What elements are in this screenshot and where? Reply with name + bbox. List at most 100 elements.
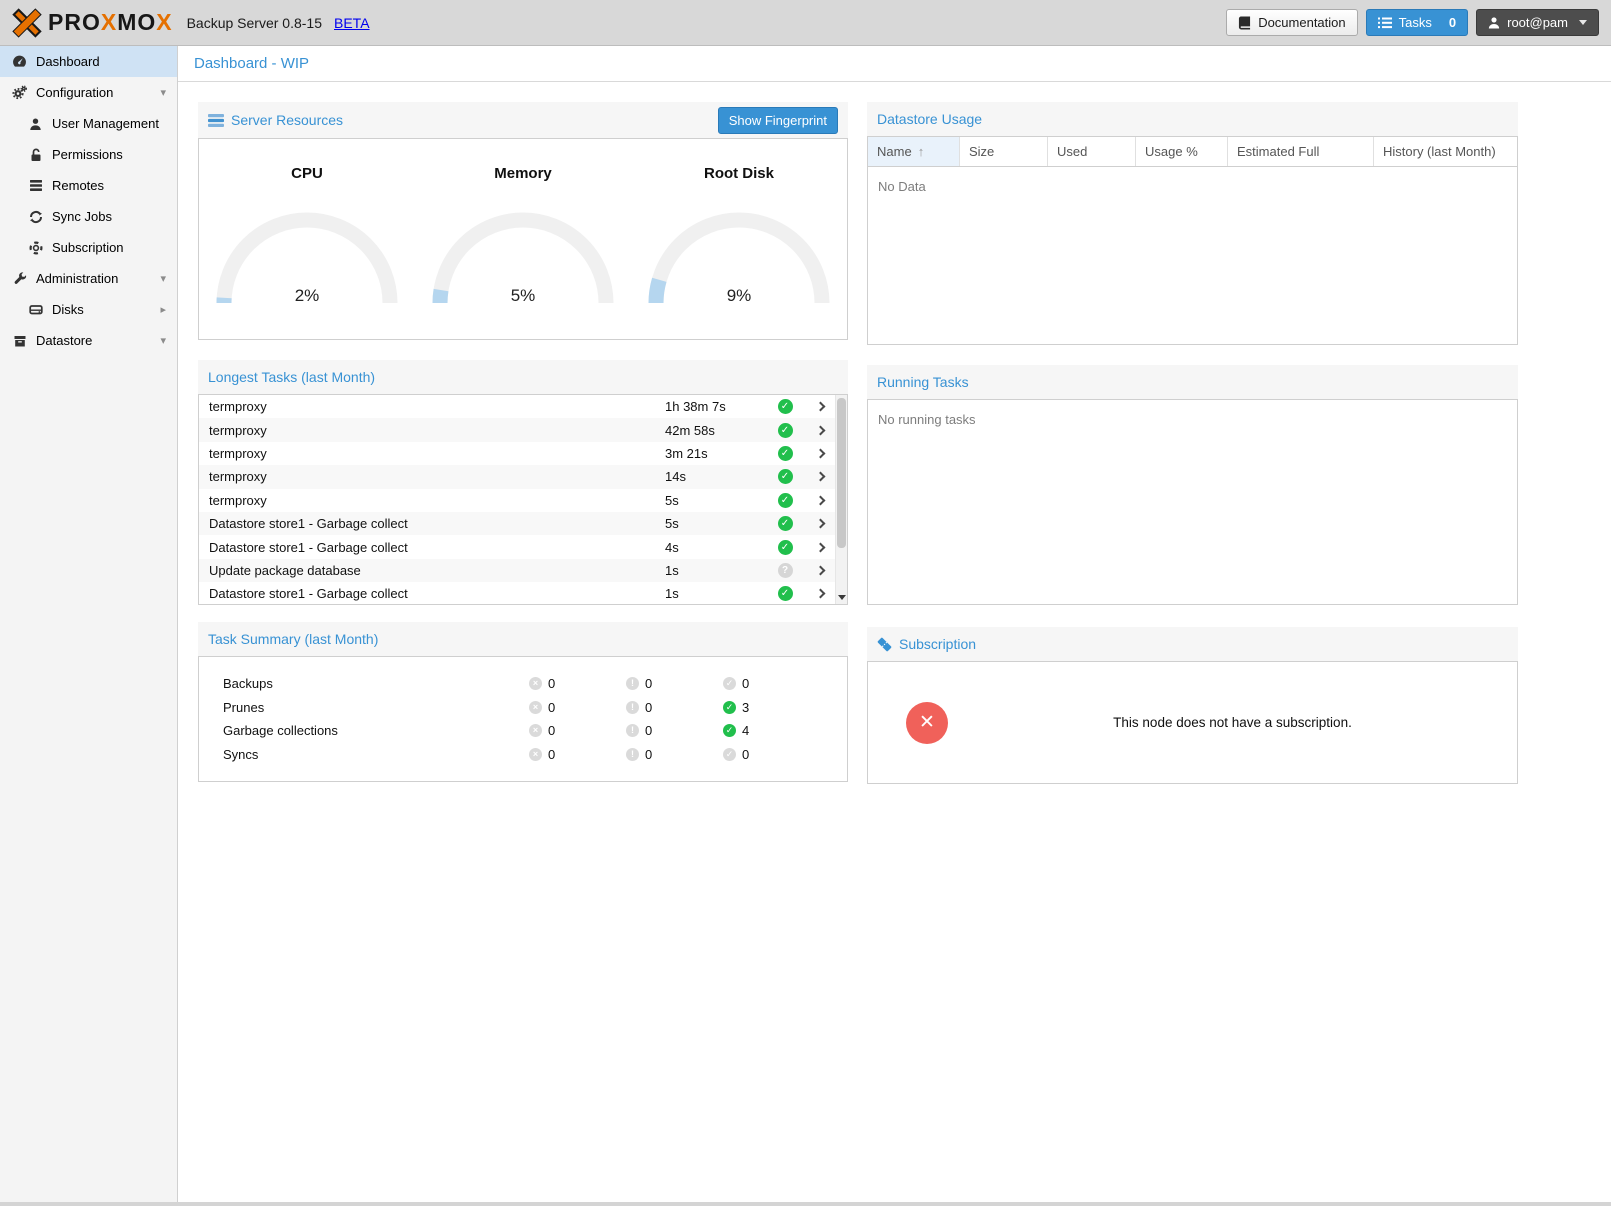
sidebar-item-dashboard[interactable]: Dashboard bbox=[0, 46, 177, 77]
column-header-name[interactable]: Name↑ bbox=[868, 137, 960, 166]
server-resources-header: Server Resources Show Fingerprint bbox=[198, 102, 848, 138]
column-header-used[interactable]: Used bbox=[1048, 137, 1136, 166]
cpu-gauge: CPU 2% bbox=[207, 165, 407, 339]
sort-asc-icon: ↑ bbox=[918, 144, 925, 159]
task-row[interactable]: Datastore store1 - Garbage collect 1s ✓ bbox=[199, 582, 847, 605]
status-ok-icon: ✓ bbox=[778, 493, 793, 508]
running-tasks-header: Running Tasks bbox=[867, 365, 1518, 399]
top-header: PROXMOX Backup Server 0.8-15 BETA Docume… bbox=[0, 0, 1611, 46]
chevron-right-icon[interactable] bbox=[815, 565, 825, 575]
memory-gauge: Memory 5% bbox=[423, 165, 623, 339]
app-window: PROXMOX Backup Server 0.8-15 BETA Docume… bbox=[0, 0, 1611, 1206]
sidebar-item-user-management[interactable]: User Management bbox=[0, 108, 177, 139]
sidebar-item-administration[interactable]: Administration ▾ bbox=[0, 263, 177, 294]
chevron-right-icon[interactable] bbox=[815, 589, 825, 599]
vertical-scrollbar[interactable] bbox=[835, 395, 847, 604]
chevron-right-icon[interactable] bbox=[815, 402, 825, 412]
tasks-button[interactable]: Tasks 0 bbox=[1366, 9, 1468, 36]
sidebar-item-sync-jobs[interactable]: Sync Jobs bbox=[0, 201, 177, 232]
datastore-usage-panel: Datastore Usage Name↑ Size Used Usage % … bbox=[867, 102, 1518, 345]
scrollbar-down-arrow-icon[interactable] bbox=[838, 595, 846, 600]
task-list-icon bbox=[1378, 17, 1392, 29]
server-bars-icon bbox=[208, 114, 224, 127]
scrollbar-thumb[interactable] bbox=[837, 398, 846, 548]
error-cross-icon: ✕ bbox=[906, 702, 948, 744]
longest-tasks-list: termproxy 1h 38m 7s ✓ termproxy 42m 58s … bbox=[198, 394, 848, 605]
task-row[interactable]: termproxy 42m 58s ✓ bbox=[199, 418, 847, 441]
chevron-right-icon[interactable] bbox=[815, 472, 825, 482]
proxmox-wordmark: PROXMOX bbox=[48, 9, 173, 36]
hdd-icon bbox=[28, 302, 43, 317]
sidebar-item-remotes[interactable]: Remotes bbox=[0, 170, 177, 201]
chevron-down-icon: ▾ bbox=[160, 334, 166, 347]
subscription-message: This node does not have a subscription. bbox=[948, 715, 1517, 730]
server-resources-body: CPU 2% Memory bbox=[198, 138, 848, 340]
column-header-usage[interactable]: Usage % bbox=[1136, 137, 1228, 166]
task-row[interactable]: termproxy 3m 21s ✓ bbox=[199, 442, 847, 465]
beta-link[interactable]: BETA bbox=[334, 15, 370, 31]
task-row[interactable]: termproxy 14s ✓ bbox=[199, 465, 847, 488]
table-header-row: Name↑ Size Used Usage % Estimated Full H… bbox=[868, 137, 1517, 167]
proxmox-brand: PROXMOX Backup Server 0.8-15 BETA bbox=[12, 8, 370, 38]
chevron-right-icon[interactable] bbox=[815, 449, 825, 459]
proxmox-logo-icon bbox=[12, 8, 42, 38]
sidebar-item-disks[interactable]: Disks ▸ bbox=[0, 294, 177, 325]
task-summary-header: Task Summary (last Month) bbox=[198, 622, 848, 656]
ok-circle-icon: ✓ bbox=[723, 724, 736, 737]
chevron-down-icon: ▾ bbox=[160, 86, 166, 99]
ok-circle-icon: ✓ bbox=[723, 701, 736, 714]
sidebar-item-configuration[interactable]: Configuration ▾ bbox=[0, 77, 177, 108]
task-summary-row: Garbage collections ×0 !0 ✓4 bbox=[199, 719, 847, 743]
task-row[interactable]: Datastore store1 - Garbage collect 5s ✓ bbox=[199, 512, 847, 535]
server-list-icon bbox=[28, 178, 43, 193]
longest-tasks-panel: Longest Tasks (last Month) termproxy 1h … bbox=[198, 360, 848, 605]
cpu-gauge-value: 2% bbox=[212, 286, 402, 306]
running-tasks-body: No running tasks bbox=[867, 399, 1518, 605]
sidebar-item-datastore[interactable]: Datastore ▾ bbox=[0, 325, 177, 356]
task-summary-body: Backups ×0 !0 ✓0 Prunes ×0 !0 ✓3 bbox=[198, 656, 848, 782]
sidebar-item-subscription[interactable]: Subscription bbox=[0, 232, 177, 263]
life-ring-icon bbox=[28, 240, 43, 255]
ok-circle-icon: ✓ bbox=[723, 748, 736, 761]
archive-icon bbox=[12, 333, 27, 348]
task-row[interactable]: termproxy 1h 38m 7s ✓ bbox=[199, 395, 847, 418]
show-fingerprint-button[interactable]: Show Fingerprint bbox=[718, 107, 838, 134]
sidebar-item-permissions[interactable]: Permissions bbox=[0, 139, 177, 170]
tachometer-icon bbox=[12, 54, 27, 69]
chevron-right-icon: ▸ bbox=[160, 303, 166, 316]
warning-circle-icon: ! bbox=[626, 748, 639, 761]
chevron-right-icon[interactable] bbox=[815, 519, 825, 529]
subscription-panel: Subscription ✕ This node does not have a… bbox=[867, 627, 1518, 784]
main-content: Dashboard - WIP Server Resources Show Fi… bbox=[178, 46, 1611, 1206]
status-ok-icon: ✓ bbox=[778, 469, 793, 484]
task-row[interactable]: termproxy 5s ✓ bbox=[199, 489, 847, 512]
task-row[interactable]: Update package database 1s ? bbox=[199, 559, 847, 582]
tasks-count-badge: 0 bbox=[1449, 15, 1456, 30]
status-ok-icon: ✓ bbox=[778, 399, 793, 414]
datastore-usage-table: Name↑ Size Used Usage % Estimated Full H… bbox=[867, 136, 1518, 345]
root-disk-gauge: Root Disk 9% bbox=[639, 165, 839, 339]
status-ok-icon: ✓ bbox=[778, 586, 793, 601]
chevron-right-icon[interactable] bbox=[815, 542, 825, 552]
column-header-estimated-full[interactable]: Estimated Full bbox=[1228, 137, 1374, 166]
unlock-icon bbox=[28, 147, 43, 162]
sidebar-nav: Dashboard Configuration ▾ User Managemen… bbox=[0, 46, 178, 1206]
chevron-right-icon[interactable] bbox=[815, 495, 825, 505]
warning-circle-icon: ! bbox=[626, 724, 639, 737]
user-menu-button[interactable]: root@pam bbox=[1476, 9, 1599, 36]
task-summary-panel: Task Summary (last Month) Backups ×0 !0 … bbox=[198, 622, 848, 782]
documentation-button[interactable]: Documentation bbox=[1226, 9, 1357, 36]
running-tasks-empty: No running tasks bbox=[868, 400, 1517, 439]
column-header-size[interactable]: Size bbox=[960, 137, 1048, 166]
task-row[interactable]: Datastore store1 - Garbage collect 4s ✓ bbox=[199, 535, 847, 558]
longest-tasks-header: Longest Tasks (last Month) bbox=[198, 360, 848, 394]
chevron-down-icon: ▾ bbox=[160, 272, 166, 285]
warning-circle-icon: ! bbox=[626, 701, 639, 714]
server-resources-panel: Server Resources Show Fingerprint CPU bbox=[198, 102, 848, 340]
datastore-usage-header: Datastore Usage bbox=[867, 102, 1518, 136]
status-unknown-icon: ? bbox=[778, 563, 793, 578]
task-summary-row: Backups ×0 !0 ✓0 bbox=[199, 672, 847, 696]
error-circle-icon: × bbox=[529, 724, 542, 737]
column-header-history[interactable]: History (last Month) bbox=[1374, 137, 1517, 166]
chevron-right-icon[interactable] bbox=[815, 425, 825, 435]
